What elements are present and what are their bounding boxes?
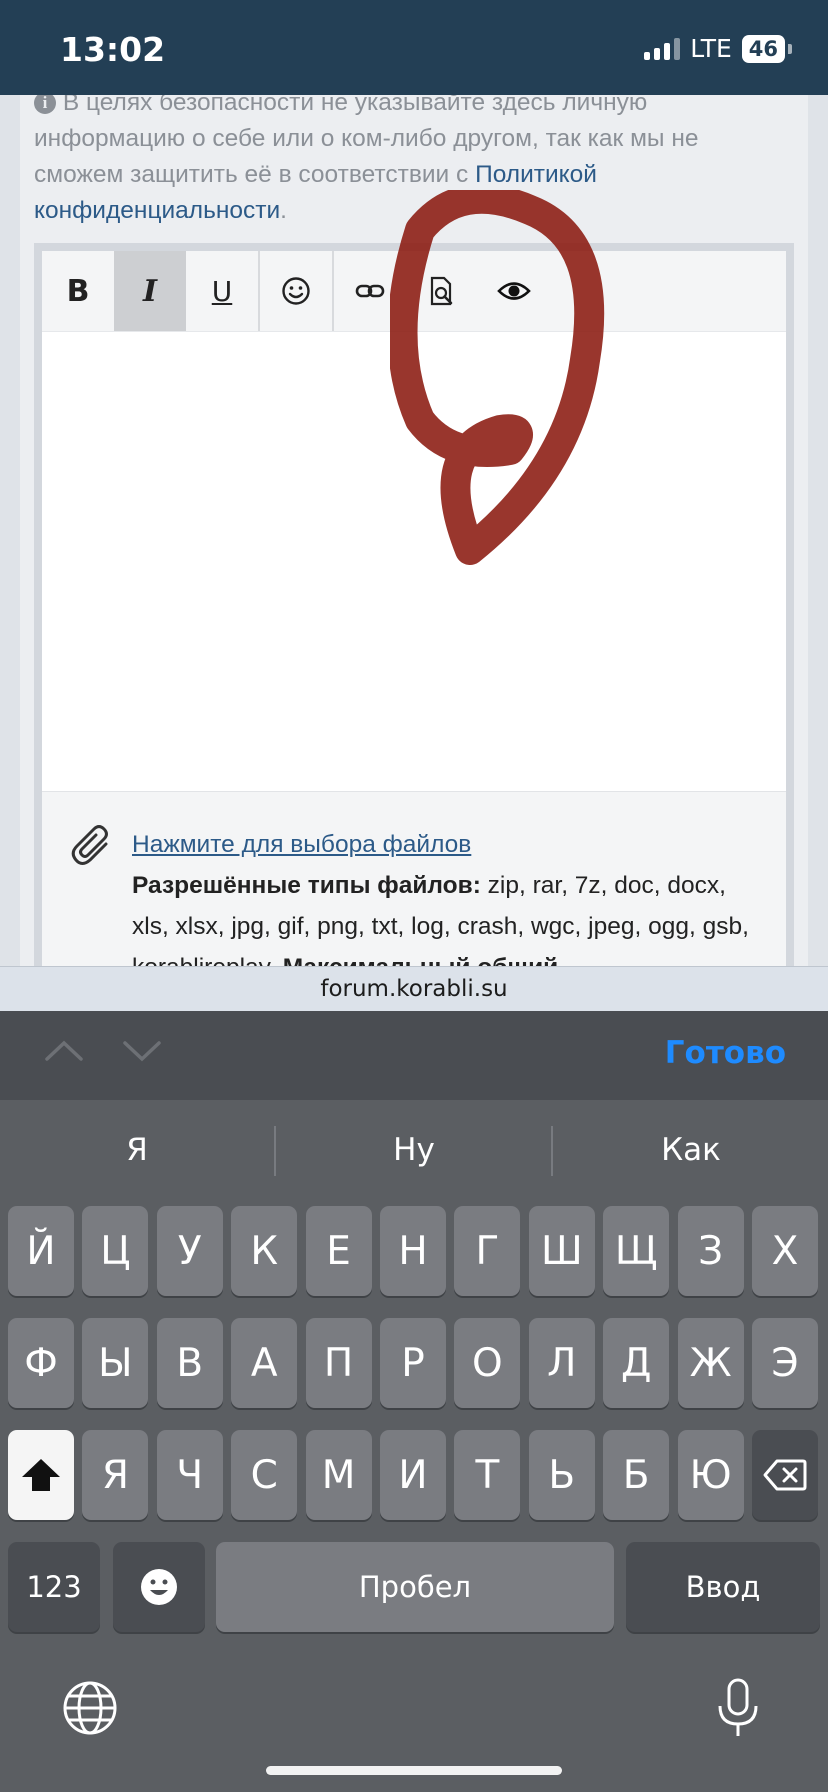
- battery-icon: 46: [741, 34, 792, 63]
- battery-level: 46: [741, 34, 785, 63]
- allowed-types-label: Разрешённые типы файлов:: [132, 872, 481, 899]
- insert-link-button[interactable]: [334, 251, 406, 331]
- attachments-info: Нажмите для выбора файлов Разрешённые ти…: [132, 824, 762, 966]
- key-letter[interactable]: Ф: [8, 1318, 74, 1408]
- globe-icon[interactable]: [62, 1680, 118, 1741]
- key-letter[interactable]: О: [454, 1318, 521, 1408]
- numbers-key[interactable]: 123: [8, 1542, 100, 1632]
- status-indicators: LTE 46: [644, 34, 792, 63]
- space-key[interactable]: Пробел: [216, 1542, 614, 1632]
- key-letter[interactable]: Я: [82, 1430, 149, 1520]
- address-bar[interactable]: forum.korabli.su: [0, 966, 828, 1012]
- key-letter[interactable]: Ы: [82, 1318, 149, 1408]
- key-letter[interactable]: Е: [305, 1206, 372, 1296]
- key-letter[interactable]: И: [380, 1430, 446, 1520]
- key-letter[interactable]: А: [231, 1318, 298, 1408]
- key-letter[interactable]: Б: [603, 1430, 670, 1520]
- key-letter[interactable]: Э: [752, 1318, 818, 1408]
- shift-key[interactable]: [8, 1430, 74, 1520]
- signal-icon: [644, 37, 681, 60]
- key-letter[interactable]: Т: [454, 1430, 521, 1520]
- suggestion-item[interactable]: Как: [554, 1100, 828, 1200]
- reply-form: i В целях безопасности не указывайте зде…: [20, 95, 808, 966]
- key-letter[interactable]: К: [231, 1206, 298, 1296]
- choose-files-link[interactable]: Нажмите для выбора файлов: [132, 831, 471, 858]
- emoji-key[interactable]: [113, 1542, 205, 1632]
- privacy-notice: i В целях безопасности не указывайте зде…: [34, 95, 794, 229]
- link-icon: [355, 284, 385, 298]
- italic-button[interactable]: I: [114, 251, 186, 331]
- key-letter[interactable]: Ь: [528, 1430, 595, 1520]
- key-letter[interactable]: Л: [528, 1318, 595, 1408]
- document-search-icon: [430, 276, 453, 306]
- key-letter[interactable]: П: [305, 1318, 372, 1408]
- max-size-label: Максимальный общий: [283, 954, 559, 966]
- status-bar: 13:02 LTE 46: [0, 0, 828, 95]
- key-letter[interactable]: В: [156, 1318, 223, 1408]
- preview-button[interactable]: [478, 251, 550, 331]
- chevron-down-icon[interactable]: [122, 1039, 162, 1063]
- chevron-up-icon[interactable]: [44, 1039, 84, 1063]
- key-letter[interactable]: Ш: [528, 1206, 595, 1296]
- status-time: 13:02: [60, 30, 166, 69]
- form-accessory-bar: Готово: [0, 1011, 828, 1100]
- key-letter[interactable]: Ю: [677, 1430, 744, 1520]
- suggestion-item[interactable]: Я: [0, 1100, 274, 1200]
- key-letter[interactable]: Й: [8, 1206, 74, 1296]
- privacy-notice-text: В целях безопасности не указывайте здесь…: [34, 95, 699, 188]
- suggestion-item[interactable]: Ну: [277, 1100, 551, 1200]
- smiley-icon: [282, 277, 310, 305]
- paperclip-icon: [71, 825, 108, 865]
- attachments-area: Нажмите для выбора файлов Разрешённые ти…: [42, 791, 786, 966]
- key-letter[interactable]: Н: [380, 1206, 446, 1296]
- microphone-icon[interactable]: [716, 1678, 760, 1743]
- key-letter[interactable]: Х: [752, 1206, 818, 1296]
- done-button[interactable]: Готово: [665, 1035, 786, 1071]
- key-letter[interactable]: М: [305, 1430, 372, 1520]
- key-letter[interactable]: З: [677, 1206, 744, 1296]
- backspace-icon: [763, 1459, 807, 1491]
- key-letter[interactable]: У: [156, 1206, 223, 1296]
- network-type: LTE: [690, 34, 732, 63]
- key-letter[interactable]: Ж: [677, 1318, 744, 1408]
- key-letter[interactable]: Щ: [603, 1206, 670, 1296]
- web-page: i В целях безопасности не указывайте зде…: [0, 95, 828, 966]
- key-letter[interactable]: Р: [380, 1318, 446, 1408]
- key-letter[interactable]: Г: [454, 1206, 521, 1296]
- emoji-icon: [141, 1569, 177, 1605]
- preview-document-button[interactable]: [406, 251, 478, 331]
- return-key[interactable]: Ввод: [626, 1542, 820, 1632]
- info-icon: i: [34, 95, 56, 114]
- home-indicator: [266, 1766, 562, 1775]
- message-editor: B I U Нажмите для выбора файлов Разрешён…: [42, 251, 786, 966]
- eye-icon: [497, 282, 531, 300]
- message-textarea[interactable]: [42, 332, 786, 790]
- editor-toolbar: B I U: [42, 251, 786, 332]
- underline-button[interactable]: U: [186, 251, 258, 331]
- key-letter[interactable]: Ч: [156, 1430, 223, 1520]
- backspace-key[interactable]: [752, 1430, 818, 1520]
- key-letter[interactable]: Д: [603, 1318, 670, 1408]
- key-letter[interactable]: С: [231, 1430, 298, 1520]
- bold-button[interactable]: B: [42, 251, 114, 331]
- suggestion-bar: Я Ну Как: [0, 1100, 828, 1200]
- keyboard: Я Ну Как ЙЦУКЕНГШЩЗХФЫВАПРОЛДЖЭЯЧСМИТЬБЮ…: [0, 1100, 828, 1792]
- key-letter[interactable]: Ц: [82, 1206, 149, 1296]
- emoji-button[interactable]: [260, 251, 332, 331]
- shift-icon: [22, 1459, 60, 1491]
